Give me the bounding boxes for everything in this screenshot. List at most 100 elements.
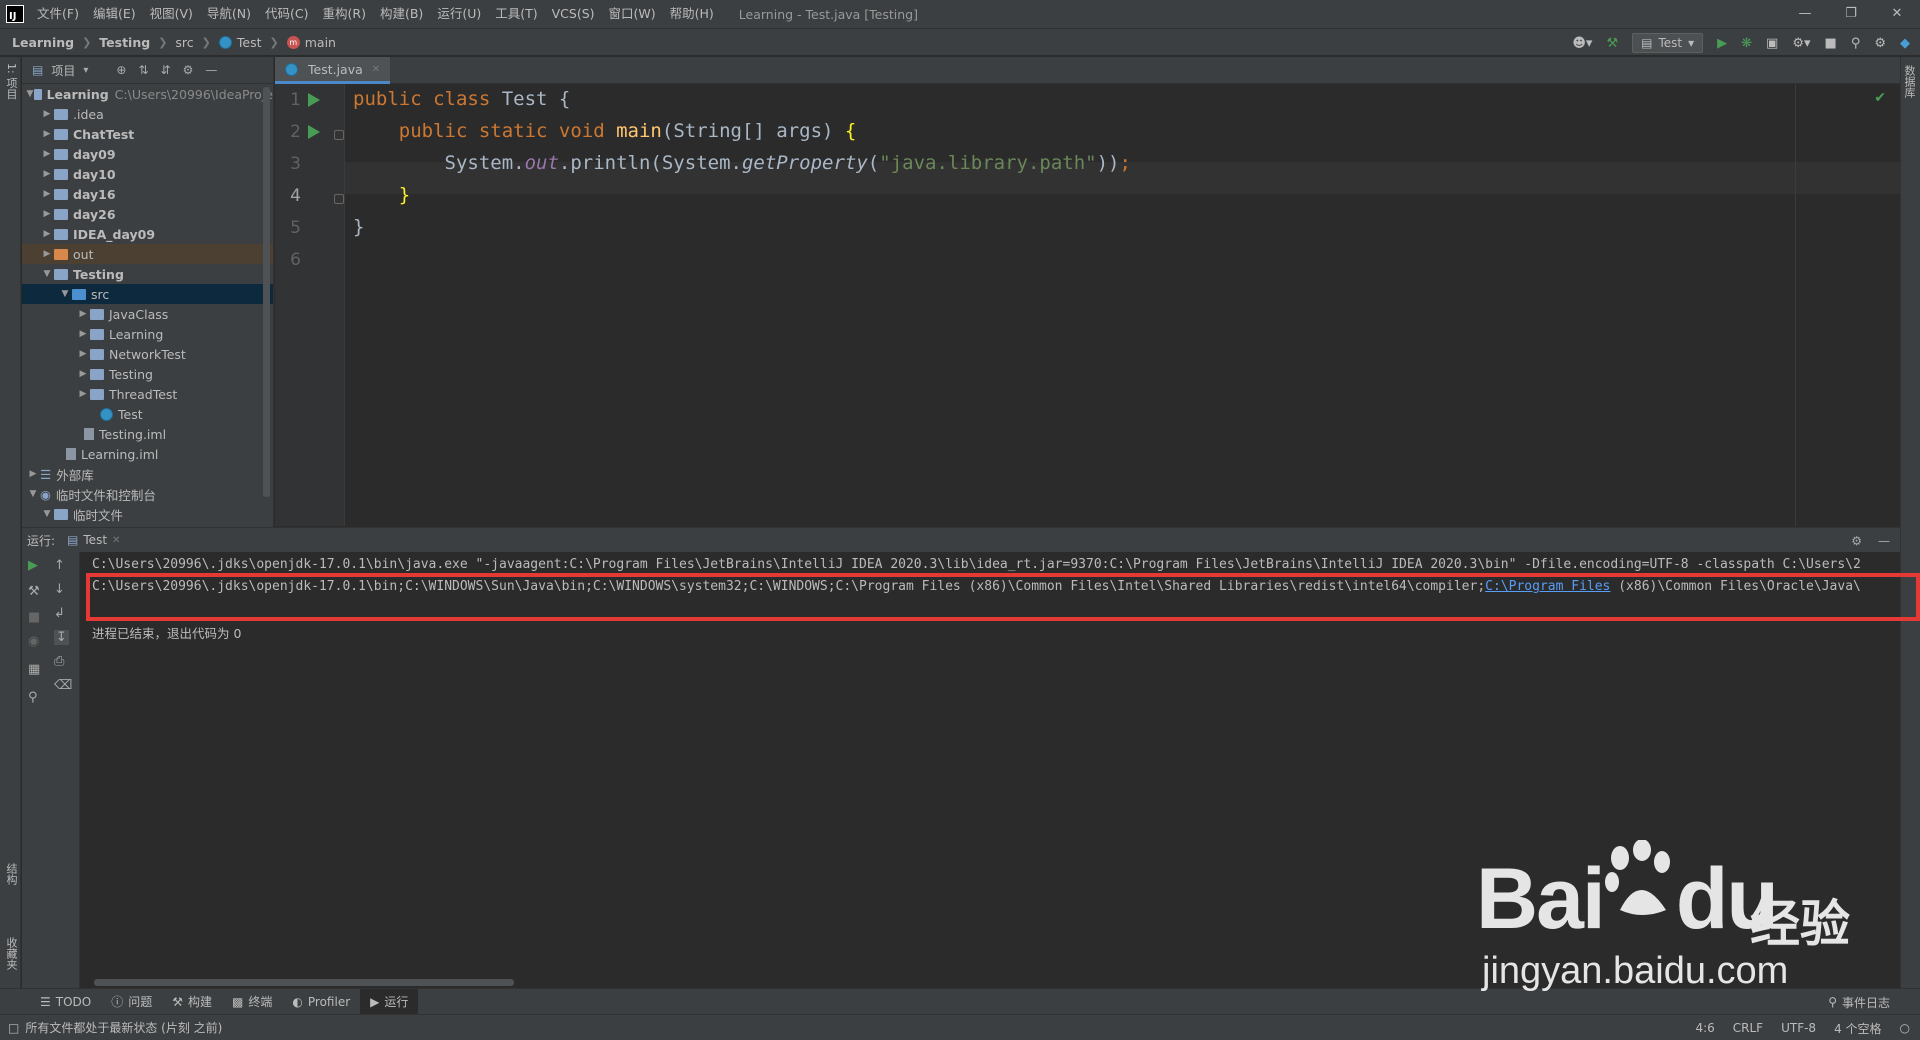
trash-icon[interactable]: ⌫ (54, 678, 72, 693)
menu-view[interactable]: 视图(V) (143, 0, 200, 28)
breadcrumb-src[interactable]: src (175, 35, 193, 50)
menu-file[interactable]: 文件(F) (30, 0, 86, 28)
tree-item-day10[interactable]: ▶ day10 (22, 164, 273, 184)
scroll-to-end-icon[interactable]: ↧ (54, 630, 69, 645)
chevron-right-icon[interactable]: ▶ (40, 249, 54, 259)
chevron-right-icon[interactable]: ▶ (40, 169, 54, 179)
hide-icon[interactable]: — (1878, 534, 1890, 548)
rerun-icon[interactable]: ▶ (28, 558, 38, 573)
search-icon[interactable]: ⚲ (1851, 36, 1861, 51)
breadcrumb-module[interactable]: Testing (99, 35, 150, 50)
chevron-down-icon[interactable]: ▼ (40, 509, 54, 519)
structure-tool-button[interactable]: 结构 (3, 863, 19, 885)
chevron-right-icon[interactable]: ▶ (76, 329, 90, 339)
tab-test-java[interactable]: Test.java ✕ (275, 57, 391, 84)
chevron-right-icon[interactable]: ▶ (40, 209, 54, 219)
chevron-right-icon[interactable]: ▶ (26, 469, 40, 479)
debug-icon[interactable]: ❋ (1741, 36, 1752, 51)
tree-item-idea-day09[interactable]: ▶ IDEA_day09 (22, 224, 273, 244)
run-gutter-icon[interactable] (308, 93, 320, 107)
profile-icon[interactable]: ⚙▾ (1792, 36, 1810, 51)
build-hammer-icon[interactable]: ⚒ (1606, 36, 1618, 51)
menu-window[interactable]: 窗口(W) (602, 0, 663, 28)
chevron-down-icon[interactable]: ▼ (26, 489, 40, 499)
code-editor[interactable]: 1 2 3 4 5 6 public class Test { public s… (275, 84, 1900, 526)
breadcrumb-class[interactable]: Test (218, 35, 262, 50)
tree-item-idea[interactable]: ▶ .idea (22, 104, 273, 124)
tree-item-learning-iml[interactable]: Learning.iml (22, 444, 273, 464)
status-window-icon[interactable]: □ (8, 1021, 19, 1035)
menu-vcs[interactable]: VCS(S) (545, 0, 602, 28)
breadcrumb-method[interactable]: m main (286, 35, 336, 50)
close-tab-icon[interactable]: ✕ (372, 64, 380, 75)
tree-item-testing-pkg[interactable]: ▶ Testing (22, 364, 273, 384)
print-icon[interactable]: ⎙ (54, 654, 64, 669)
tree-item-testing-module[interactable]: ▼ Testing (22, 264, 273, 284)
tool-tab-problems[interactable]: ⓘ 问题 (101, 989, 162, 1015)
gear-icon[interactable]: ⚙ (1851, 534, 1862, 548)
menu-navigate[interactable]: 导航(N) (200, 0, 258, 28)
chevron-down-icon[interactable]: ▾ (83, 65, 88, 76)
chevron-right-icon[interactable]: ▶ (40, 149, 54, 159)
tree-item-scratch-files[interactable]: ▼ 临时文件 (22, 504, 273, 524)
close-tab-icon[interactable]: ✕ (112, 535, 120, 546)
tree-item-chattest[interactable]: ▶ ChatTest (22, 124, 273, 144)
tree-item-javaclass[interactable]: ▶ JavaClass (22, 304, 273, 324)
pin-icon[interactable]: ⚲ (28, 690, 38, 705)
tree-item-networktest[interactable]: ▶ NetworkTest (22, 344, 273, 364)
close-icon[interactable]: ✕ (1874, 0, 1920, 28)
chevron-right-icon[interactable]: ▶ (76, 349, 90, 359)
indent-setting[interactable]: 4 个空格 (1834, 1020, 1881, 1037)
menu-refactor[interactable]: 重构(R) (316, 0, 373, 28)
tree-item-src[interactable]: ▼ src (22, 284, 273, 304)
chevron-right-icon[interactable]: ▶ (76, 369, 90, 379)
layout-icon[interactable]: ▦ (28, 662, 40, 677)
hide-icon[interactable]: — (205, 63, 217, 77)
menu-edit[interactable]: 编辑(E) (86, 0, 143, 28)
stop-icon[interactable]: ■ (28, 610, 40, 625)
tree-item-day09[interactable]: ▶ day09 (22, 144, 273, 164)
status-message[interactable]: 所有文件都处于最新状态 (片刻 之前) (25, 1019, 222, 1036)
soft-wrap-icon[interactable]: ↲ (54, 606, 65, 621)
chevron-right-icon[interactable]: ▶ (40, 109, 54, 119)
chevron-right-icon[interactable]: ▶ (40, 229, 54, 239)
user-icon[interactable]: ☻▾ (1572, 36, 1592, 51)
wrench-icon[interactable]: ⚒ (28, 584, 40, 599)
run-tab-test[interactable]: ▤ Test ✕ (67, 533, 120, 547)
fold-icon[interactable] (334, 194, 344, 204)
arrow-down-icon[interactable]: ↓ (54, 582, 65, 597)
project-scrollbar[interactable] (263, 87, 270, 497)
menu-run[interactable]: 运行(U) (430, 0, 488, 28)
tool-tab-profiler[interactable]: ◐ Profiler (282, 989, 360, 1015)
chevron-right-icon[interactable]: ▶ (40, 129, 54, 139)
database-tool-button[interactable]: 数据库 (1901, 65, 1917, 98)
coverage-icon[interactable]: ▣ (1766, 36, 1778, 51)
gear-icon[interactable]: ⚙ (183, 63, 194, 77)
collapse-all-icon[interactable]: ⇵ (161, 63, 171, 77)
menu-help[interactable]: 帮助(H) (663, 0, 721, 28)
camera-icon[interactable]: ◉ (28, 634, 39, 649)
caret-position[interactable]: 4:6 (1695, 1021, 1714, 1035)
arrow-up-icon[interactable]: ↑ (54, 558, 65, 573)
menu-code[interactable]: 代码(C) (258, 0, 315, 28)
menu-build[interactable]: 构建(B) (373, 0, 430, 28)
run-gutter-icon[interactable] (308, 125, 320, 139)
console-horizontal-scrollbar[interactable] (94, 979, 514, 986)
run-configuration-selector[interactable]: ▤ Test ▾ (1632, 33, 1704, 53)
locate-icon[interactable]: ⊕ (116, 63, 126, 77)
tree-item-learning[interactable]: ▼ Learning C:\Users\20996\IdeaProje (22, 84, 273, 104)
menu-tools[interactable]: 工具(T) (488, 0, 544, 28)
lock-icon[interactable]: ○ (1900, 1021, 1910, 1035)
ide-update-icon[interactable]: ◆ (1900, 36, 1910, 51)
minimize-icon[interactable]: — (1782, 0, 1828, 28)
stop-icon[interactable]: ■ (1825, 36, 1837, 51)
file-encoding[interactable]: UTF-8 (1781, 1021, 1816, 1035)
breadcrumb-project[interactable]: Learning (12, 35, 74, 50)
chevron-right-icon[interactable]: ▶ (40, 189, 54, 199)
tree-item-test-class[interactable]: Test (22, 404, 273, 424)
tool-tab-todo[interactable]: ☰ TODO (30, 989, 101, 1015)
tree-item-scratches[interactable]: ▼ ◉ 临时文件和控制台 (22, 484, 273, 504)
tool-tab-run[interactable]: ▶ 运行 (360, 988, 419, 1015)
restore-icon[interactable]: ❐ (1828, 0, 1874, 28)
line-separator[interactable]: CRLF (1733, 1021, 1763, 1035)
